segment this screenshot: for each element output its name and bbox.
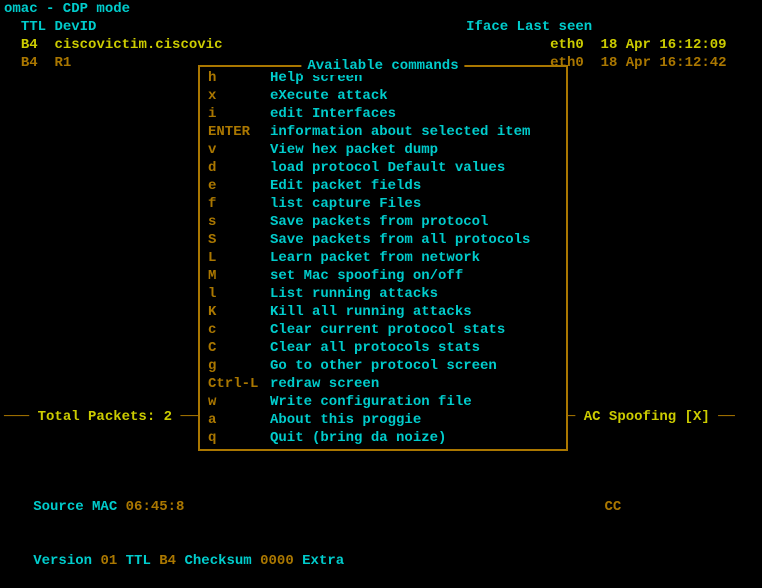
- help-key: v: [208, 141, 270, 159]
- help-desc: Edit packet fields: [270, 178, 421, 194]
- help-item[interactable]: dload protocol Default values: [208, 159, 558, 177]
- help-item[interactable]: iedit Interfaces: [208, 105, 558, 123]
- popup-title: Available commands: [301, 57, 464, 75]
- help-desc: Learn packet from network: [270, 250, 480, 266]
- help-item[interactable]: aAbout this proggie: [208, 411, 558, 429]
- help-desc: eXecute attack: [270, 88, 388, 104]
- help-key: ENTER: [208, 123, 270, 141]
- help-item[interactable]: cClear current protocol stats: [208, 321, 558, 339]
- help-desc: Write configuration file: [270, 394, 472, 410]
- help-key: w: [208, 393, 270, 411]
- help-desc: redraw screen: [270, 376, 379, 392]
- help-desc: Go to other protocol screen: [270, 358, 497, 374]
- help-key: c: [208, 321, 270, 339]
- help-key: q: [208, 429, 270, 447]
- help-key: M: [208, 267, 270, 285]
- title-bar: omac - CDP mode: [0, 0, 762, 18]
- help-desc: Quit (bring da noize): [270, 430, 446, 446]
- help-item[interactable]: lList running attacks: [208, 285, 558, 303]
- help-item[interactable]: Ctrl-Lredraw screen: [208, 375, 558, 393]
- help-item[interactable]: Mset Mac spoofing on/off: [208, 267, 558, 285]
- help-key: d: [208, 159, 270, 177]
- help-desc: List running attacks: [270, 286, 438, 302]
- help-item[interactable]: xeXecute attack: [208, 87, 558, 105]
- help-item[interactable]: wWrite configuration file: [208, 393, 558, 411]
- help-desc: Clear current protocol stats: [270, 322, 505, 338]
- help-desc: information about selected item: [270, 124, 530, 140]
- help-key: S: [208, 231, 270, 249]
- help-desc: edit Interfaces: [270, 106, 396, 122]
- table-row[interactable]: B4 ciscovictim.ciscovic eth0 18 Apr 16:1…: [0, 36, 762, 54]
- help-item[interactable]: KKill all running attacks: [208, 303, 558, 321]
- help-item[interactable]: SSave packets from all protocols: [208, 231, 558, 249]
- help-key: x: [208, 87, 270, 105]
- help-key: K: [208, 303, 270, 321]
- help-key: i: [208, 105, 270, 123]
- help-desc: Save packets from protocol: [270, 214, 488, 230]
- help-item[interactable]: qQuit (bring da noize): [208, 429, 558, 447]
- help-item[interactable]: CClear all protocols stats: [208, 339, 558, 357]
- column-headers: TTL DevID Iface Last seen: [0, 18, 762, 36]
- help-key: e: [208, 177, 270, 195]
- help-popup: Available commands hHelp screenxeXecute …: [198, 65, 568, 451]
- help-item[interactable]: LLearn packet from network: [208, 249, 558, 267]
- help-desc: Save packets from all protocols: [270, 232, 530, 248]
- help-item[interactable]: eEdit packet fields: [208, 177, 558, 195]
- help-key: L: [208, 249, 270, 267]
- help-desc: list capture Files: [270, 196, 421, 212]
- help-key: f: [208, 195, 270, 213]
- packet-fields: Source MAC 06:45:8 CC Version 01 TTL B4 …: [4, 462, 625, 588]
- help-desc: Clear all protocols stats: [270, 340, 480, 356]
- help-desc: load protocol Default values: [270, 160, 505, 176]
- help-key: s: [208, 213, 270, 231]
- help-item[interactable]: gGo to other protocol screen: [208, 357, 558, 375]
- help-key: l: [208, 285, 270, 303]
- help-key: a: [208, 411, 270, 429]
- help-key: Ctrl-L: [208, 375, 270, 393]
- help-desc: Kill all running attacks: [270, 304, 472, 320]
- help-item[interactable]: ENTERinformation about selected item: [208, 123, 558, 141]
- help-desc: set Mac spoofing on/off: [270, 268, 463, 284]
- help-key: h: [208, 69, 270, 87]
- help-item[interactable]: vView hex packet dump: [208, 141, 558, 159]
- help-key: g: [208, 357, 270, 375]
- help-key: C: [208, 339, 270, 357]
- help-item[interactable]: sSave packets from protocol: [208, 213, 558, 231]
- help-item[interactable]: flist capture Files: [208, 195, 558, 213]
- help-desc: About this proggie: [270, 412, 421, 428]
- help-desc: View hex packet dump: [270, 142, 438, 158]
